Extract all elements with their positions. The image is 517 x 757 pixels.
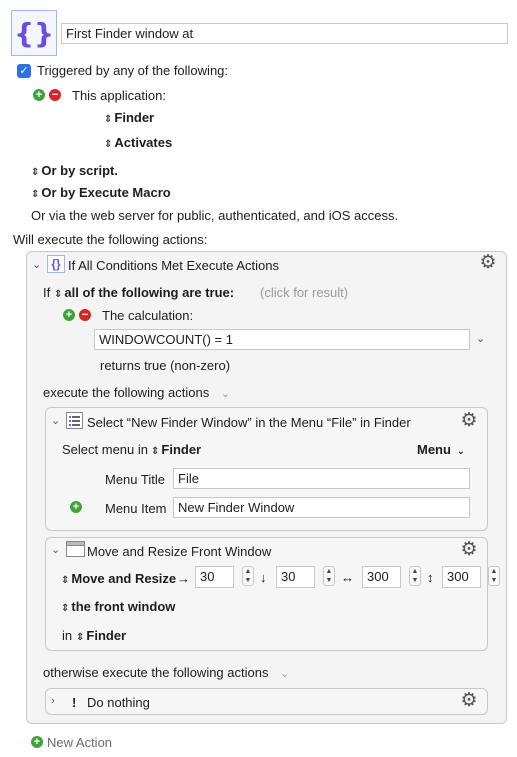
or-by-execute-macro-toggle[interactable]: ⇕ Or by Execute Macro [31, 185, 171, 200]
curly-braces-icon: {} [14, 17, 54, 50]
trigger-app-label: This application: [72, 88, 166, 103]
updown-chevron-icon: ⇕ [31, 167, 40, 178]
updown-chevron-icon: ⇕ [61, 575, 70, 586]
y-field[interactable]: 30 [276, 566, 315, 588]
exclamation-icon: ! [72, 695, 77, 710]
collapse-chevron-icon[interactable]: ⌄ [32, 258, 41, 271]
width-field[interactable]: 300 [362, 566, 401, 588]
select-menu-in-label: Select menu in [62, 442, 148, 457]
chevron-down-icon: ⌄ [456, 446, 465, 457]
x-stepper[interactable]: ▲ ▼ [242, 566, 254, 586]
updown-chevron-icon: ⇕ [104, 139, 113, 150]
add-trigger-button[interactable]: + [33, 89, 45, 101]
if-action-gear-icon[interactable]: ⚙ [478, 253, 498, 273]
returns-text: returns true (non-zero) [100, 358, 231, 373]
menu-list-icon [66, 412, 83, 429]
condition-mode-popup[interactable]: ⇕ all of the following are true: [54, 285, 234, 300]
trigger-app-popup[interactable]: ⇕ Finder [104, 110, 154, 125]
otherwise-label: otherwise execute the following actions … [43, 665, 289, 680]
updown-chevron-icon: ⇕ [61, 603, 70, 614]
select-menu-app-popup[interactable]: ⇕ Finder [151, 442, 201, 457]
trigger-event-popup[interactable]: ⇕ Activates [104, 135, 172, 150]
expand-chevron-icon[interactable]: › [51, 695, 55, 707]
width-arrow-icon: ↔ [341, 570, 354, 585]
or-by-execute-macro-label: Or by Execute Macro [41, 185, 171, 200]
chevron-down-icon[interactable]: ⌄ [280, 668, 289, 680]
menu-dropdown-label: Menu [417, 442, 451, 457]
target-window-label: the front window [71, 599, 176, 614]
move-resize-mode-popup[interactable]: ⇕ Move and Resize [61, 571, 176, 586]
click-for-result[interactable]: (click for result) [260, 285, 348, 300]
width-stepper[interactable]: ▲ ▼ [409, 566, 421, 586]
if-action-title: If All Conditions Met Execute Actions [68, 258, 279, 273]
execute-label-text: execute the following actions [43, 385, 210, 400]
menu-item-label: Menu Item [105, 501, 167, 516]
move-resize-title: Move and Resize Front Window [87, 544, 272, 559]
x-field[interactable]: 30 [195, 566, 234, 588]
new-action-plus-icon[interactable]: + [31, 736, 43, 748]
menu-title-label: Menu Title [105, 472, 165, 487]
add-menu-item-button[interactable]: + [70, 501, 82, 513]
chevron-down-icon[interactable]: ⌄ [221, 388, 230, 400]
move-resize-gear-icon[interactable]: ⚙ [459, 540, 479, 560]
if-prefix: If [43, 285, 51, 300]
window-icon [66, 541, 85, 557]
in-prefix: in [62, 628, 73, 643]
trigger-app-name: Finder [114, 110, 155, 125]
down-arrow-icon: ↓ [260, 570, 267, 585]
height-field[interactable]: 300 [442, 566, 481, 588]
move-resize-app-popup[interactable]: ⇕ Finder [76, 628, 126, 643]
execute-label: execute the following actions ⌄ [43, 385, 230, 400]
condition-mode-label: all of the following are true: [64, 285, 235, 300]
updown-chevron-icon: ⇕ [54, 289, 63, 300]
trigger-event-name: Activates [114, 135, 173, 150]
calculation-menu-chevron-icon[interactable]: ⌄ [476, 332, 485, 345]
select-menu-title: Select “New Finder Window” in the Menu “… [87, 415, 411, 430]
macro-icon[interactable]: {} [11, 10, 57, 56]
triggered-checkbox[interactable]: ✓ [17, 64, 31, 78]
calculation-label: The calculation: [102, 308, 194, 323]
svg-text:{}: {} [14, 17, 54, 50]
menu-title-field[interactable]: File [173, 468, 470, 489]
select-menu-app-name: Finder [161, 442, 202, 457]
updown-chevron-icon: ⇕ [151, 446, 160, 457]
updown-chevron-icon: ⇕ [104, 114, 113, 125]
updown-chevron-icon: ⇕ [31, 189, 40, 200]
menu-dropdown-button[interactable]: Menu ⌄ [417, 442, 465, 457]
y-stepper[interactable]: ▲ ▼ [323, 566, 335, 586]
new-action-button[interactable]: New Action [47, 735, 112, 750]
calculation-field[interactable]: WINDOWCOUNT() = 1 [94, 329, 470, 350]
collapse-chevron-icon[interactable]: ⌄ [51, 543, 60, 556]
menu-item-field[interactable]: New Finder Window [173, 497, 470, 518]
otherwise-label-text: otherwise execute the following actions [43, 665, 269, 680]
move-resize-app-name: Finder [86, 628, 127, 643]
remove-condition-button[interactable]: − [79, 309, 91, 321]
right-arrow-icon: → [177, 571, 190, 586]
target-window-popup[interactable]: ⇕ the front window [61, 599, 175, 614]
updown-chevron-icon: ⇕ [76, 632, 85, 643]
remove-trigger-button[interactable]: − [49, 89, 61, 101]
do-nothing-title: Do nothing [87, 695, 150, 710]
height-stepper[interactable]: ▲ ▼ [488, 566, 500, 586]
or-by-script-toggle[interactable]: ⇕ Or by script. [31, 163, 118, 178]
triggered-label: Triggered by any of the following: [37, 63, 229, 78]
will-execute-label: Will execute the following actions: [13, 232, 208, 247]
height-arrow-icon: ↕ [427, 570, 434, 585]
web-server-text: Or via the web server for public, authen… [31, 208, 399, 223]
or-by-script-label: Or by script. [41, 163, 118, 178]
select-menu-gear-icon[interactable]: ⚙ [459, 411, 479, 431]
collapse-chevron-icon[interactable]: ⌄ [51, 414, 60, 427]
list-icon [69, 416, 80, 426]
add-condition-button[interactable]: + [63, 309, 75, 321]
if-action-icon: {} [47, 255, 65, 273]
do-nothing-gear-icon[interactable]: ⚙ [459, 691, 479, 711]
move-resize-mode-label: Move and Resize [71, 571, 177, 586]
macro-name-field[interactable]: First Finder window at [61, 23, 508, 44]
